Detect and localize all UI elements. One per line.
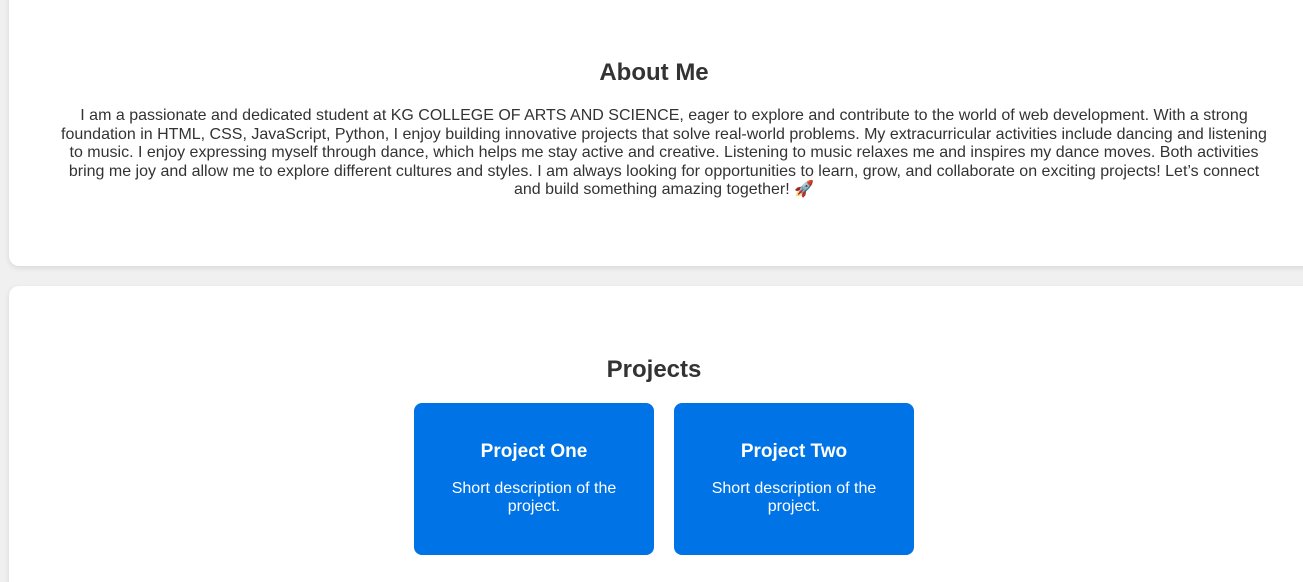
project-one-title: Project One bbox=[480, 441, 588, 462]
about-title: About Me bbox=[599, 59, 709, 86]
projects-title: Projects bbox=[606, 356, 702, 383]
project-two-title: Project Two bbox=[740, 441, 848, 462]
project-card-one[interactable]: Project One Short description of the pro… bbox=[414, 403, 654, 555]
project-grid: Project One Short description of the pro… bbox=[414, 403, 914, 555]
project-one-description: Short description of the project. bbox=[451, 480, 617, 515]
project-card-two[interactable]: Project Two Short description of the pro… bbox=[674, 403, 914, 555]
about-description: I am a passionate and dedicated student … bbox=[61, 107, 1267, 199]
about-section: About Me I am a passionate and dedicated… bbox=[9, 0, 1303, 266]
portfolio-page: About Me I am a passionate and dedicated… bbox=[0, 0, 1303, 582]
project-two-description: Short description of the project. bbox=[711, 480, 877, 515]
projects-section: Projects Project One Short description o… bbox=[9, 286, 1303, 582]
